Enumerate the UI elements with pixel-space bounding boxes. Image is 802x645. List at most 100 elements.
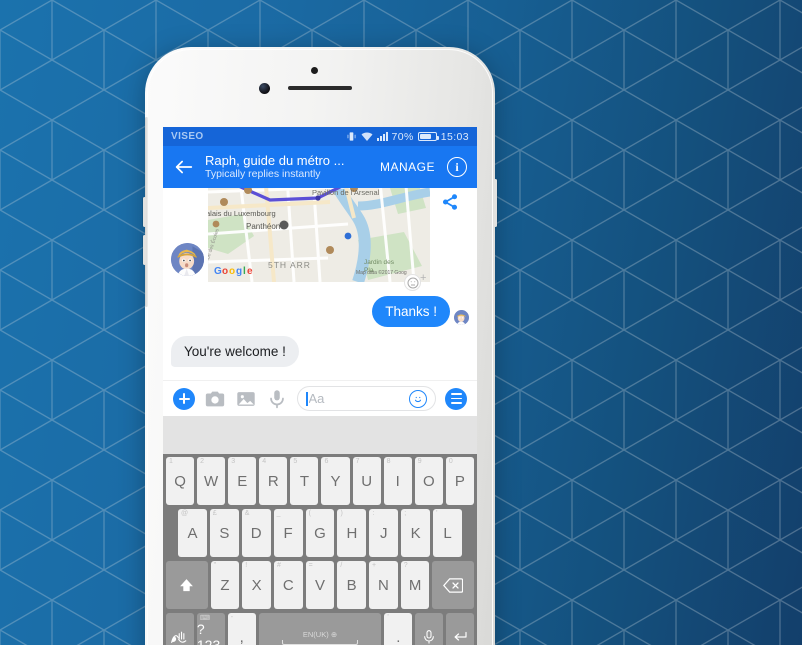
status-bar: VISEO 70% 15:03 [163,127,477,146]
keyboard-row-3: " Z ! X # C = V / B + N ? M [164,561,476,609]
power-button[interactable] [494,179,497,227]
key-secondary: 3 [231,458,236,465]
key-H[interactable]: ) H [337,509,367,557]
key-secondary: 0 [448,458,453,465]
key-secondary: ; [404,510,407,517]
phone-device: VISEO 70% 15:03 Raph, guide du métro ...… [143,47,497,645]
carrier-label: VISEO [171,131,204,142]
key-label: F [283,524,293,542]
info-icon[interactable]: i [447,157,467,177]
key-L[interactable]: ' L [433,509,463,557]
key-C[interactable]: # C [273,561,303,609]
key-secondary: 7 [355,458,360,465]
message-bubble-thanks[interactable]: Thanks ! [372,296,450,327]
key-D[interactable]: & D [241,509,271,557]
key-secondary: ? [403,562,408,569]
svg-text:e: e [247,266,253,277]
enter-key[interactable] [446,613,475,645]
key-secondary: & [244,510,250,517]
key-F[interactable]: _ F [273,509,303,557]
key-label: T [299,472,309,490]
key-Z[interactable]: " Z [210,561,240,609]
hamburger-menu-icon[interactable] [445,387,467,410]
key-J[interactable]: :J [369,509,399,557]
key-secondary: ' [436,510,438,517]
message-input[interactable] [307,387,409,410]
key-comma[interactable]: - , [227,613,256,645]
key-N[interactable]: + N [369,561,398,609]
image-icon[interactable] [235,388,257,410]
keyboard-suggestion-strip[interactable] [163,416,477,454]
message-thread[interactable]: Cathédrale Notre-Dame de Paris Pavillon … [163,188,477,380]
backspace-key[interactable] [432,561,474,609]
shift-key[interactable] [166,561,208,609]
key-label: Q [174,472,186,490]
enter-arrow-icon [454,631,467,641]
smiley-icon[interactable] [409,389,427,408]
key-U[interactable]: 7U [352,457,381,505]
battery-icon [417,132,439,141]
key-S[interactable]: £ S [209,509,239,557]
volume-down-button[interactable] [143,235,146,265]
on-screen-keyboard[interactable]: 1Q 2W 3E 4R 5T 6Y 7U 8I 9O 0P @ A £ S & D _… [163,454,477,645]
status-icons: 70% 15:03 [346,131,470,143]
camera-icon[interactable] [204,388,226,410]
key-A[interactable]: @ A [178,509,207,557]
key-B[interactable]: / B [337,561,367,609]
key-R[interactable]: 4R [259,457,288,505]
key-label: E [237,472,248,490]
volume-up-button[interactable] [143,197,146,227]
key-E[interactable]: 3E [228,457,257,505]
key-label: S [219,524,230,542]
message-input-wrapper[interactable] [297,386,436,411]
avatar-illustration-small [454,310,469,325]
key-P[interactable]: 0P [445,457,474,505]
wifi-icon [361,131,373,142]
key-X[interactable]: ! X [242,561,271,609]
map-attachment[interactable]: Cathédrale Notre-Dame de Paris Pavillon … [208,188,430,282]
back-arrow-icon[interactable] [173,156,195,178]
key-secondary: ! [245,562,248,569]
key-K[interactable]: ; K [401,509,431,557]
share-icon[interactable] [441,193,459,211]
key-Q[interactable]: 1Q [166,457,195,505]
svg-text:G: G [214,266,222,277]
key-M[interactable]: ? M [400,561,430,609]
proximity-sensor [311,67,318,74]
svg-text:5TH ARR: 5TH ARR [268,260,311,270]
key-V[interactable]: = V [305,561,335,609]
map-graphic: Cathédrale Notre-Dame de Paris Pavillon … [208,188,430,282]
voice-input-key[interactable] [415,613,444,645]
message-bubble-welcome[interactable]: You're welcome ! [171,336,299,367]
key-T[interactable]: 5T [290,457,319,505]
key-I[interactable]: 8I [383,457,412,505]
manage-button[interactable]: MANAGE [376,160,439,174]
microphone-icon[interactable] [266,388,288,410]
avatar-illustration [171,243,204,276]
key-label: X [251,576,262,594]
front-camera [259,83,270,94]
symbols-key[interactable]: ⌨ ?123 [196,613,225,645]
add-reaction-plus: + [420,272,427,284]
key-label: Y [330,472,341,490]
handwriting-key[interactable] [166,613,194,645]
keyboard-row-1: 1Q 2W 3E 4R 5T 6Y 7U 8I 9O 0P [164,457,476,505]
handwriting-icon [170,631,187,643]
key-label: I [395,472,400,490]
key-period[interactable]: ' . [384,613,413,645]
key-O[interactable]: 9O [414,457,443,505]
language-globe-icon: ⊕ [330,629,338,639]
key-label: C [282,576,294,594]
reaction-button[interactable]: + [404,272,427,291]
battery-percent-label: 70% [391,130,414,143]
message-row-incoming: You're welcome ! [163,336,477,367]
space-key[interactable]: EN(UK) ⊕ [258,613,382,645]
keyboard-row-4: ⌨ ?123 - , EN(UK) ⊕ ' . [164,613,476,645]
key-label: ?123 [196,621,221,645]
key-W[interactable]: 2W [197,457,226,505]
key-G[interactable]: (G [305,509,335,557]
plus-icon[interactable] [173,387,195,410]
svg-text:Map data ©2017 Goog: Map data ©2017 Goog [356,269,407,276]
key-label: G [314,524,326,542]
key-Y[interactable]: 6Y [321,457,350,505]
